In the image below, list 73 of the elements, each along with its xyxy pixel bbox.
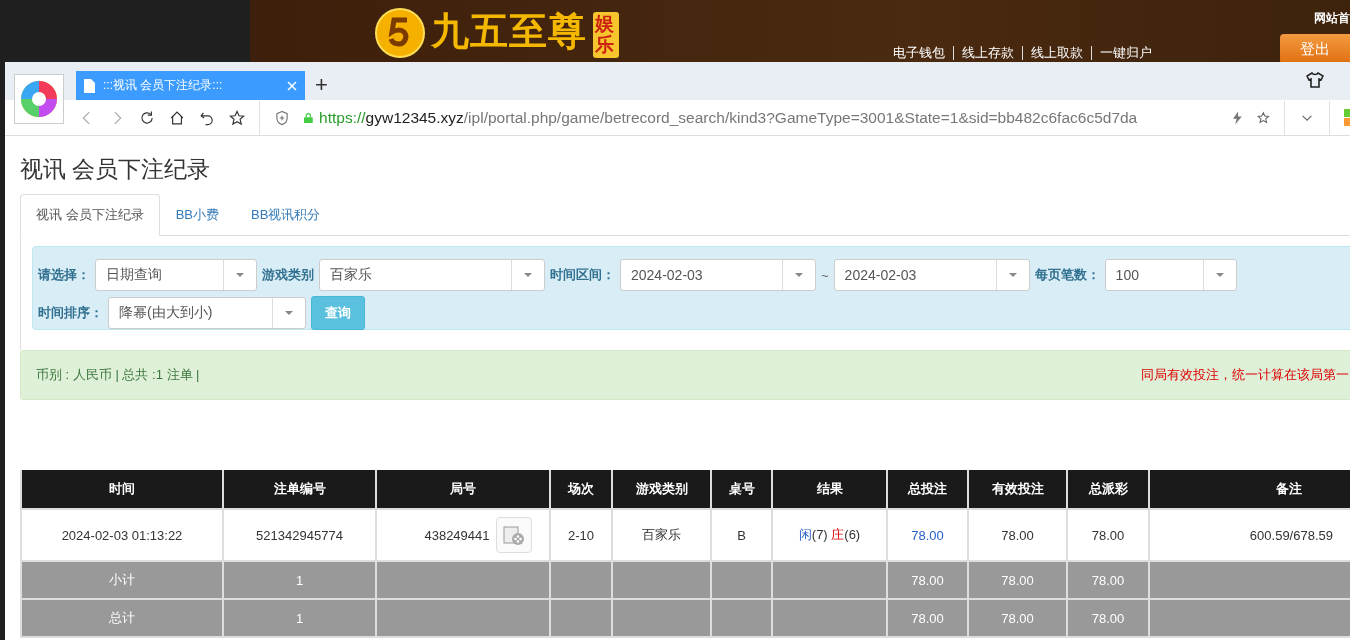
- caret-down-icon: [284, 310, 294, 316]
- tab[interactable]: BB视讯积分: [234, 194, 337, 236]
- round-number: 438249441: [424, 527, 490, 543]
- browser-logo-icon[interactable]: [19, 79, 59, 119]
- table-cell: 78.00: [887, 561, 968, 599]
- filter-label: 时间区间：: [550, 266, 615, 284]
- nav-link[interactable]: 一键归户: [1091, 46, 1160, 60]
- table-cell: 1: [223, 599, 376, 637]
- logo-text: 九五至尊: [431, 8, 587, 54]
- column-header: 场次: [550, 470, 612, 509]
- lock-icon: [304, 110, 314, 125]
- table-cell: 78.00: [1067, 509, 1149, 561]
- table-cell: 百家乐: [612, 509, 711, 561]
- shirt-icon[interactable]: [1306, 72, 1324, 88]
- video-icon[interactable]: [495, 517, 532, 553]
- home-link[interactable]: 网站首: [1314, 10, 1350, 27]
- table-cell: 78.00: [968, 509, 1067, 561]
- table-cell: 78.00: [968, 561, 1067, 599]
- column-header: 时间: [21, 470, 223, 509]
- select-field[interactable]: 日期查询: [95, 259, 257, 291]
- caret-down-icon: [235, 272, 245, 278]
- range-separator: ~: [821, 267, 829, 283]
- caret-down-icon: [1007, 272, 1018, 278]
- nav-link[interactable]: 线上取款: [1022, 46, 1091, 60]
- column-header: 总投注: [887, 470, 968, 509]
- tab[interactable]: 视讯 会员下注纪录: [20, 194, 160, 236]
- table-cell: 78.00: [968, 599, 1067, 637]
- table-cell: 78.00: [887, 599, 968, 637]
- result-cell: 闲(7) 庄(6): [772, 509, 887, 561]
- close-icon[interactable]: [287, 80, 297, 91]
- table-cell: 2-10: [550, 509, 612, 561]
- select-field[interactable]: 2024-02-03: [833, 259, 1030, 291]
- select-field[interactable]: 100: [1104, 259, 1237, 291]
- caret-down-icon: [1214, 272, 1225, 278]
- tab-title: :::视讯 会员下注纪录:::: [103, 77, 224, 94]
- new-tab-button[interactable]: +: [315, 73, 328, 97]
- filter-label: 请选择：: [38, 266, 90, 284]
- caret-down-icon: [794, 272, 804, 278]
- column-header: 注单编号: [223, 470, 376, 509]
- select-field[interactable]: 降幂(由大到小): [108, 297, 306, 329]
- column-header: 局号: [376, 470, 550, 509]
- page-title: 视讯 会员下注纪录: [20, 155, 212, 184]
- table-cell: 521342945774: [223, 509, 376, 561]
- select-field[interactable]: 百家乐: [319, 259, 545, 291]
- table-cell: 小计: [21, 561, 223, 599]
- notice-text: 同局有效投注，统一计算在该局第一: [1141, 366, 1349, 384]
- table-cell: B: [711, 509, 772, 561]
- logo-icon: [375, 8, 425, 58]
- filter-label: 游戏类别: [262, 266, 314, 284]
- filter-label: 时间排序：: [38, 304, 103, 322]
- table-cell: 78.00: [1067, 561, 1149, 599]
- column-header: 有效投注: [968, 470, 1067, 509]
- nav-link[interactable]: 电子钱包: [893, 46, 953, 60]
- bet-amount-link[interactable]: 78.00: [911, 527, 944, 543]
- document-icon: [84, 78, 95, 93]
- table-cell: 78.00: [1067, 599, 1149, 637]
- column-header: 游戏类别: [612, 470, 711, 509]
- url-field[interactable]: https://gyw12345.xyz/ipl/portal.php/game/betrecord_search/kind3?GameType=3001&State=1&sid=bb482c6fac6c5d7da: [319, 108, 1220, 127]
- table-cell: 总计: [21, 599, 223, 637]
- caret-down-icon: [523, 272, 533, 278]
- logo-badge: 娱乐: [593, 12, 619, 58]
- filter-label: 每页笔数：: [1034, 266, 1100, 284]
- tab[interactable]: BB小费: [159, 194, 235, 236]
- column-header: 备注: [1149, 470, 1350, 509]
- table-cell: 600.59/678.59: [1149, 509, 1350, 561]
- nav-link[interactable]: 线上存款: [953, 46, 1022, 60]
- column-header: 桌号: [711, 470, 772, 509]
- table-cell: 1: [223, 561, 376, 599]
- select-field[interactable]: 2024-02-03: [620, 259, 816, 291]
- column-header: 总派彩: [1067, 470, 1149, 509]
- summary-text: 币别 : 人民币 | 总共 :1 注单 |: [36, 366, 200, 384]
- column-header: 结果: [772, 470, 887, 509]
- table-cell: 2024-02-03 01:13:22: [21, 509, 223, 561]
